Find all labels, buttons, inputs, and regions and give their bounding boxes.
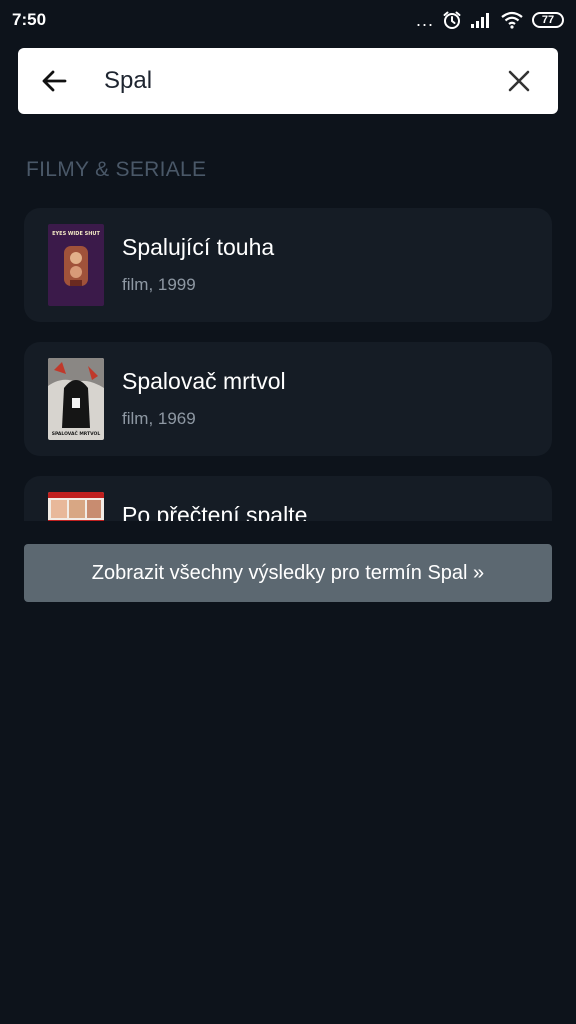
results-list: EYES WIDE SHUT Spalující touha film, 199… <box>24 208 552 521</box>
status-time: 7:50 <box>12 10 47 29</box>
more-dots-icon: ... <box>415 10 434 30</box>
close-icon <box>508 70 530 92</box>
show-all-results-button[interactable]: Zobrazit všechny výsledky pro termín Spa… <box>24 544 552 602</box>
result-item[interactable]: Po přečtení spalte <box>24 476 552 521</box>
result-subtitle: film, 1999 <box>122 275 196 294</box>
poster-image: SPALOVAČ MRTVOL <box>48 358 104 440</box>
result-title: Spalovač mrtvol <box>122 368 286 394</box>
alarm-icon <box>443 11 461 29</box>
result-item[interactable]: EYES WIDE SHUT Spalující touha film, 199… <box>24 208 552 322</box>
result-subtitle: film, 1969 <box>122 409 196 428</box>
result-title: Spalující touha <box>122 234 275 260</box>
poster-title: SPALOVAČ MRTVOL <box>52 430 101 437</box>
search-input[interactable] <box>90 61 480 101</box>
poster-image: EYES WIDE SHUT <box>48 224 104 306</box>
status-icons: ... 77 <box>416 10 564 30</box>
result-item[interactable]: SPALOVAČ MRTVOL Spalovač mrtvol film, 19… <box>24 342 552 456</box>
battery-icon: 77 <box>532 12 564 28</box>
section-heading: FILMY & SERIALE <box>26 158 207 181</box>
poster-title: EYES WIDE SHUT <box>52 231 100 237</box>
result-title: Po přečtení spalte <box>122 502 308 521</box>
search-bar <box>18 48 558 114</box>
status-bar: 7:50 ... 77 <box>0 0 576 40</box>
wifi-icon <box>501 11 523 29</box>
signal-icon <box>471 13 489 28</box>
arrow-left-icon <box>42 70 67 92</box>
clear-search-button[interactable] <box>480 48 558 114</box>
poster-image <box>48 492 104 521</box>
back-button[interactable] <box>18 48 90 114</box>
